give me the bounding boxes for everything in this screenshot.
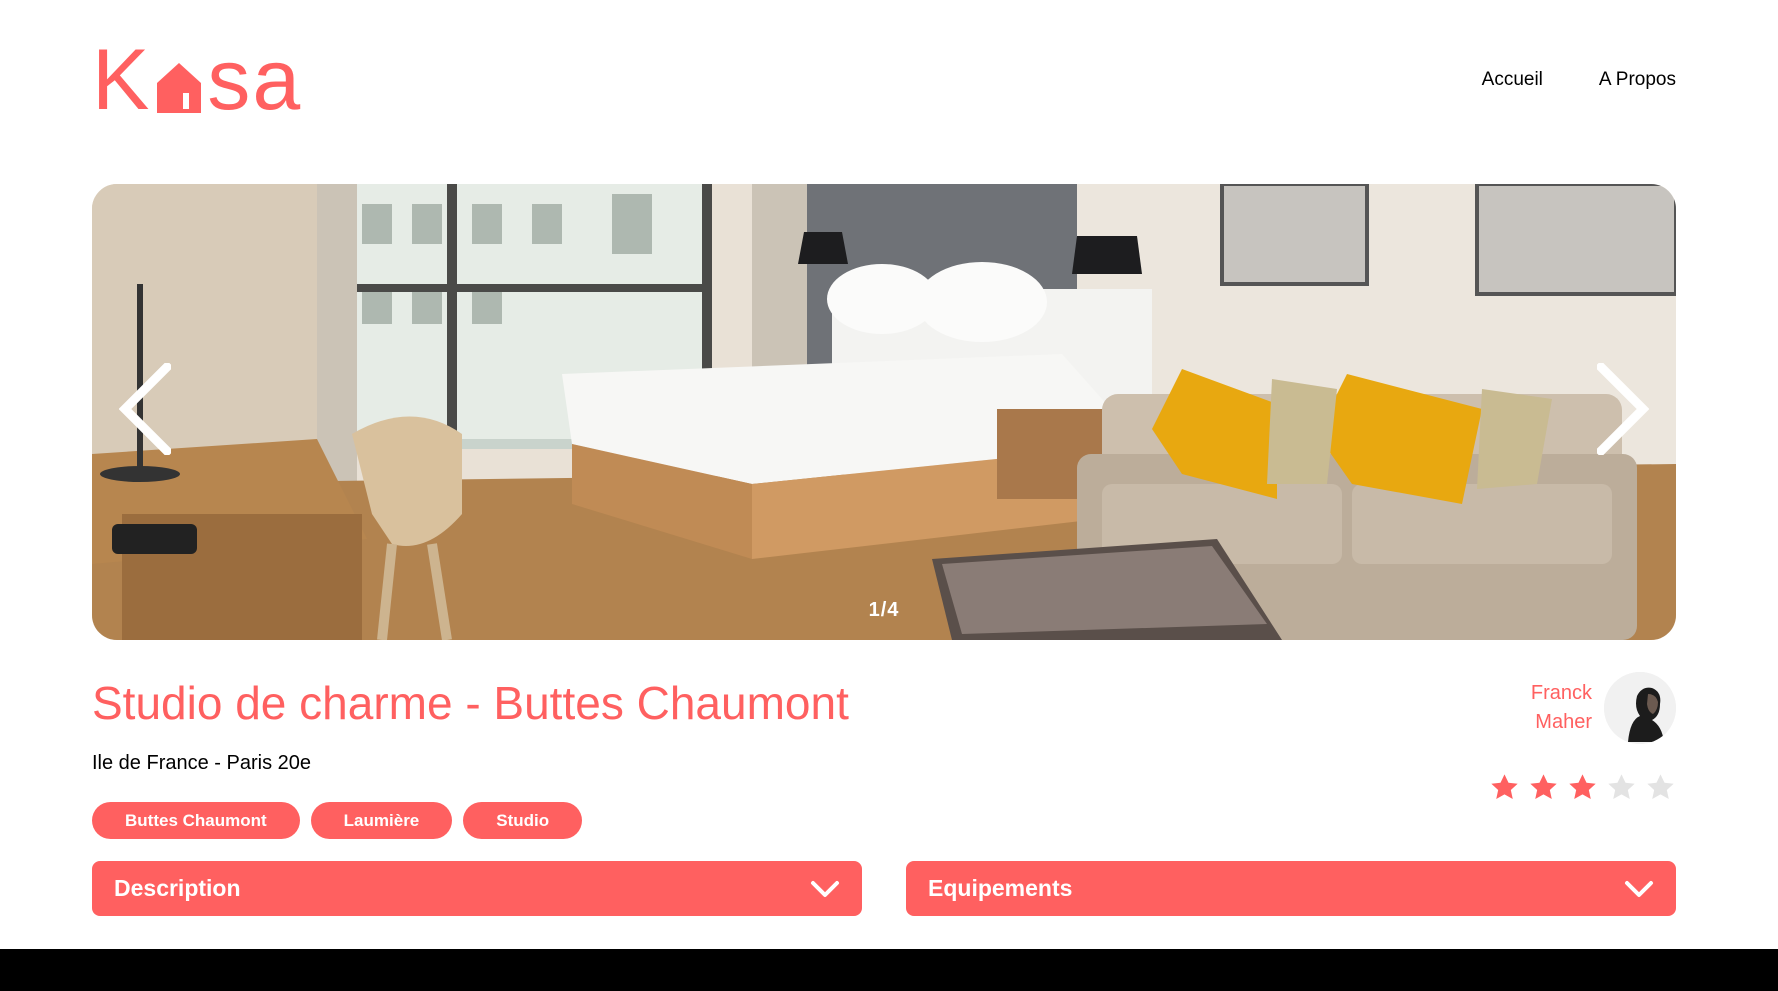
- star-icon: [1530, 774, 1557, 799]
- equipment-collapse[interactable]: Equipements: [906, 861, 1676, 916]
- carousel-prev-button[interactable]: [110, 359, 180, 459]
- page: K sa Accueil A Propos 1/4 Studio de char…: [0, 0, 1778, 949]
- logo-letter-k: K: [92, 32, 152, 128]
- header: K sa Accueil A Propos: [92, 32, 1676, 128]
- nav-link-home[interactable]: Accueil: [1482, 69, 1543, 91]
- nav-link-about[interactable]: A Propos: [1599, 69, 1676, 91]
- listing-location: Ile de France - Paris 20e: [92, 752, 311, 774]
- carousel-next-button[interactable]: [1588, 359, 1658, 459]
- host-first-name: Franck: [1530, 682, 1592, 704]
- host-name: Franck Maher: [1512, 679, 1592, 737]
- tag-list: Buttes Chaumont Laumière Studio: [92, 802, 583, 839]
- rating-stars: [1489, 772, 1676, 803]
- chevron-left-icon: [119, 363, 171, 455]
- chevron-down-icon: [811, 880, 839, 897]
- host-info: Franck Maher: [1512, 672, 1676, 744]
- avatar-portrait: [1604, 672, 1676, 744]
- star-icon: [1569, 774, 1596, 799]
- tag: Buttes Chaumont: [92, 802, 300, 839]
- main-nav: Accueil A Propos: [1482, 69, 1676, 91]
- equipment-label: Equipements: [928, 875, 1073, 901]
- logo-letters-sa: sa: [207, 32, 303, 128]
- tag: Laumière: [310, 802, 453, 839]
- apartment-photo: [92, 184, 1676, 640]
- house-icon: [157, 63, 202, 113]
- chevron-right-icon: [1597, 363, 1649, 455]
- kasa-logo[interactable]: K sa: [92, 32, 303, 128]
- tag: Studio: [463, 802, 583, 839]
- star-icon: [1647, 774, 1674, 799]
- host-last-name: Maher: [1535, 711, 1592, 733]
- star-icon: [1608, 774, 1635, 799]
- description-collapse[interactable]: Description: [92, 861, 862, 916]
- description-label: Description: [114, 875, 241, 901]
- listing-title: Studio de charme - Buttes Chaumont: [92, 677, 849, 729]
- chevron-down-icon: [1625, 880, 1653, 897]
- host-avatar: [1604, 672, 1676, 744]
- photo-carousel: 1/4: [92, 184, 1676, 640]
- star-icon: [1491, 774, 1518, 799]
- carousel-counter: 1/4: [868, 599, 900, 621]
